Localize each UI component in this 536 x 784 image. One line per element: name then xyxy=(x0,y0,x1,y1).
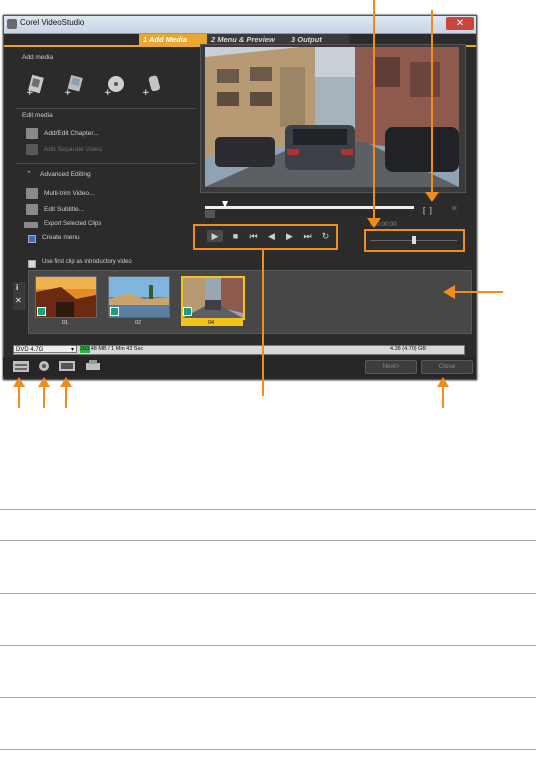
end-icon[interactable]: ⏭ xyxy=(301,230,314,242)
info-icon[interactable]: i xyxy=(16,283,18,292)
add-separate-video-link: Add Separate Video xyxy=(44,146,103,153)
create-menu-label: Create menu xyxy=(42,234,80,241)
export-selected-link[interactable]: Export Selected Clips xyxy=(44,221,101,227)
disc-type-value: DVD 4.7G xyxy=(16,347,44,353)
clip-number: 01 xyxy=(61,320,69,326)
arrow-down-icon xyxy=(367,218,381,228)
playback-controls: ▶ ■ ⏮ ◀ ▶ ⏭ ↻ xyxy=(193,224,338,250)
collapse-icon[interactable]: ⌃ xyxy=(26,170,32,178)
callout-line xyxy=(442,386,444,408)
multi-trim-link[interactable]: Multi-trim Video... xyxy=(44,190,94,197)
clip-tools: i ✕ xyxy=(13,282,26,310)
fullscreen-icon[interactable] xyxy=(205,210,215,218)
next-frame-icon[interactable]: ▶ xyxy=(283,230,296,242)
next-button[interactable]: Next> xyxy=(365,360,417,374)
add-image-icon[interactable]: + xyxy=(64,74,84,96)
clip-number: 04 xyxy=(207,320,215,326)
project-settings-icon[interactable] xyxy=(12,359,30,373)
remove-clip-icon[interactable]: ✕ xyxy=(15,296,22,305)
callout-line xyxy=(65,386,67,408)
arrow-left-icon xyxy=(443,285,455,299)
video-preview[interactable] xyxy=(205,47,459,187)
quality-icon[interactable] xyxy=(58,359,76,373)
previous-frame-icon[interactable]: ◀ xyxy=(265,230,278,242)
subtitle-icon xyxy=(26,204,38,215)
callout-line xyxy=(373,0,375,224)
tab-label: Add Media xyxy=(148,35,187,44)
multi-trim-icon xyxy=(26,188,38,199)
home-icon[interactable]: ⏮ xyxy=(247,230,260,242)
clip-marker xyxy=(37,307,46,316)
table-rule xyxy=(0,749,536,750)
tab-label: Menu & Preview xyxy=(217,35,275,44)
tab-number: 3 xyxy=(291,35,296,44)
callout-line xyxy=(43,386,45,408)
add-edit-chapter-link[interactable]: Add/Edit Chapter... xyxy=(44,130,99,137)
callout-line xyxy=(431,10,433,196)
divider xyxy=(16,108,196,109)
table-rule xyxy=(0,697,536,698)
window-title: Corel VideoStudio xyxy=(20,18,85,27)
trim-marker[interactable] xyxy=(412,236,416,244)
chevron-down-icon: ▾ xyxy=(70,347,74,353)
callout-line xyxy=(262,248,264,396)
disc-used-text: 203.48 MB / 1 Min 43 Sec xyxy=(80,346,144,352)
svg-text:+: + xyxy=(142,88,150,96)
clip-number: 02 xyxy=(134,320,142,326)
callout-line xyxy=(455,291,503,293)
repeat-icon[interactable]: ↻ xyxy=(319,230,332,242)
play-icon[interactable]: ▶ xyxy=(207,230,223,242)
preferences-icon[interactable] xyxy=(35,359,53,373)
add-media-heading: Add media xyxy=(22,54,54,61)
timeline-scrubber[interactable] xyxy=(205,206,414,209)
close-window-button[interactable]: ✕ xyxy=(446,17,474,30)
intro-video-label: Use first clip as introductory video xyxy=(42,259,132,265)
svg-text:+: + xyxy=(104,88,112,96)
table-rule xyxy=(0,593,536,594)
table-rule xyxy=(0,509,536,510)
close-button[interactable]: Close xyxy=(421,360,473,374)
tab-number: 1 xyxy=(143,35,148,44)
cut-icon[interactable]: ✕ xyxy=(451,204,458,213)
title-bar: Corel VideoStudio ✕ xyxy=(4,16,476,34)
create-menu-checkbox[interactable] xyxy=(28,235,36,243)
table-rule xyxy=(0,540,536,541)
add-device-icon[interactable]: + xyxy=(142,74,162,96)
add-video-icon[interactable]: + xyxy=(26,74,46,96)
divider xyxy=(16,163,196,164)
mark-in-out-icon[interactable]: [ ] xyxy=(423,206,432,215)
tab-label: Output xyxy=(297,35,322,44)
disc-type-select[interactable]: DVD 4.7G ▾ xyxy=(13,345,77,353)
advanced-editing-heading[interactable]: Advanced Editing xyxy=(40,171,91,178)
edit-media-heading: Edit media xyxy=(22,112,53,119)
svg-text:+: + xyxy=(64,88,72,96)
clip-marker xyxy=(183,307,192,316)
clip-thumbnail-selected[interactable]: 04 xyxy=(181,276,245,326)
tab-add-media[interactable]: 1 Add Media xyxy=(139,34,207,45)
edit-subtitle-link[interactable]: Edit Subtitle... xyxy=(44,206,84,213)
burn-icon[interactable] xyxy=(84,359,102,373)
trim-timeline[interactable] xyxy=(364,229,465,252)
disc-capacity-text: 4.38 (4.70) GB xyxy=(390,346,427,352)
svg-text:+: + xyxy=(26,88,34,96)
arrow-down-icon xyxy=(425,192,439,202)
intro-video-checkbox[interactable] xyxy=(28,260,36,268)
app-icon xyxy=(7,19,17,29)
separate-video-icon xyxy=(26,144,38,155)
add-disc-icon[interactable]: + xyxy=(104,74,124,96)
export-icon xyxy=(24,222,38,228)
clip-marker xyxy=(110,307,119,316)
clip-thumbnail[interactable]: 01 xyxy=(35,276,97,326)
tab-number: 2 xyxy=(211,35,216,44)
table-rule xyxy=(0,645,536,646)
callout-line xyxy=(18,386,20,408)
chapter-icon xyxy=(26,128,38,139)
clip-thumbnail[interactable]: 02 xyxy=(108,276,170,326)
stop-icon[interactable]: ■ xyxy=(229,230,242,242)
